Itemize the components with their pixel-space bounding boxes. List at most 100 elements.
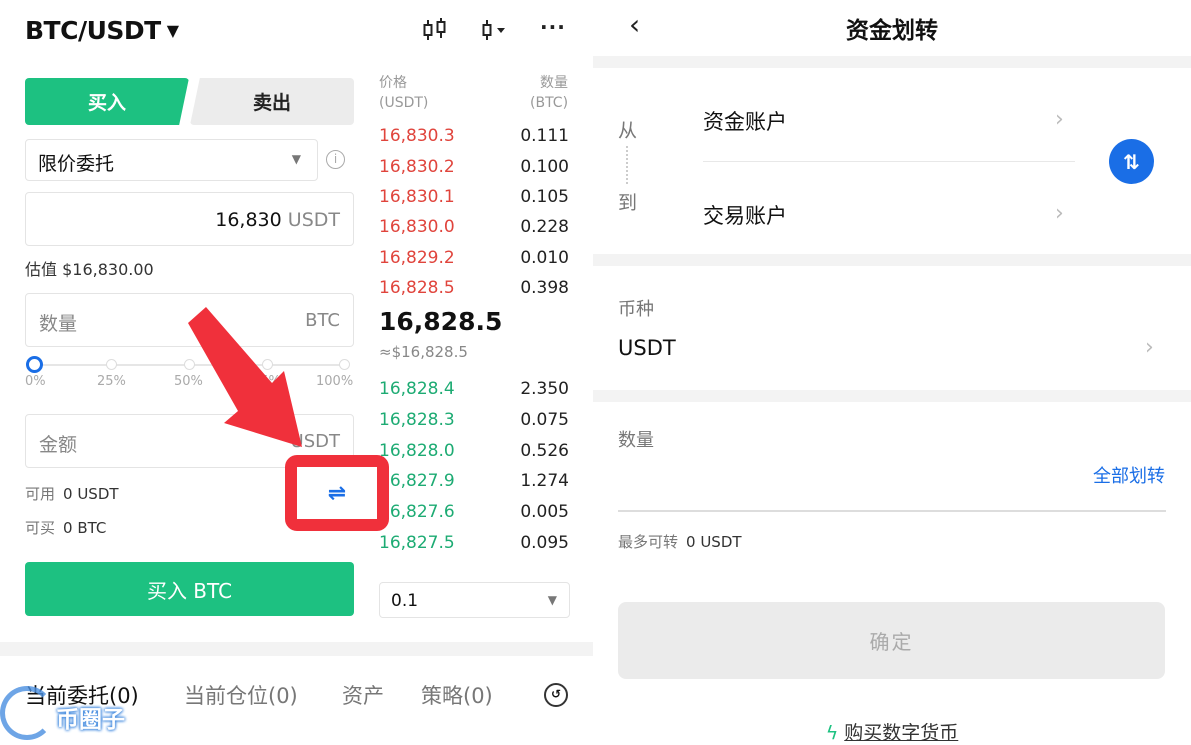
price-unit: USDT [287, 209, 340, 231]
tab-strategies[interactable]: 策略(0) [421, 680, 493, 710]
bid-qty: 1.274 [520, 471, 569, 491]
slider-handle[interactable] [26, 356, 43, 373]
estimated-value: 估值 $16,830.00 [25, 260, 154, 279]
ask-qty: 0.010 [520, 248, 569, 268]
bid-qty: 0.075 [520, 410, 569, 430]
transfer-button[interactable]: ⇌ [285, 455, 389, 531]
ask-row[interactable]: 16,830.1 0.105 [379, 187, 570, 217]
divider [703, 161, 1075, 162]
history-icon[interactable]: ↺ [544, 683, 568, 707]
bid-row[interactable]: 16,828.4 2.350 [379, 379, 570, 409]
bid-qty: 0.526 [520, 441, 569, 461]
slider-tick-100[interactable] [339, 359, 350, 370]
order-type-select[interactable]: 限价委托 ▼ [25, 139, 318, 181]
ask-price: 16,830.0 [379, 217, 455, 237]
candlestick-icon[interactable] [422, 18, 448, 47]
slider-label: 25% [97, 374, 126, 389]
dotted-connector [626, 146, 628, 184]
tab-assets[interactable]: 资产 [342, 680, 384, 710]
from-account: 资金账户 [703, 110, 787, 134]
quantity-label: 数量 [618, 430, 654, 451]
qty-header-unit: (BTC) [530, 95, 569, 111]
swap-accounts-button[interactable]: ⇅ [1109, 139, 1154, 184]
bid-qty: 2.350 [520, 379, 569, 399]
bid-qty: 0.005 [520, 502, 569, 522]
chevron-right-icon: › [1145, 335, 1154, 360]
can-buy-value: 0 BTC [63, 519, 107, 537]
to-label: 到 [618, 192, 638, 214]
bid-row[interactable]: 16,828.3 0.075 [379, 410, 570, 440]
watermark-logo-icon [0, 686, 54, 740]
ask-qty: 0.398 [520, 278, 569, 298]
tab-sell[interactable]: 卖出 [190, 78, 354, 125]
quantity-input[interactable] [618, 510, 1166, 512]
slider-label: 0% [25, 374, 46, 389]
ask-row[interactable]: 16,829.2 0.010 [379, 248, 570, 278]
bid-qty: 0.095 [520, 533, 569, 553]
bid-row[interactable]: 16,828.0 0.526 [379, 441, 570, 471]
watermark-text: 币圈子 [56, 707, 125, 733]
confirm-button[interactable]: 确定 [618, 602, 1165, 679]
ask-price: 16,828.5 [379, 278, 455, 298]
tab-buy[interactable]: 买入 [25, 78, 189, 125]
can-buy-label: 可买 [25, 519, 56, 537]
buy-crypto-link[interactable]: ϟ 购买数字货币 [593, 718, 1191, 745]
chart-settings-icon[interactable] [480, 18, 510, 47]
coin-label: 币种 [618, 299, 654, 320]
max-transfer-label: 最多可转 [618, 533, 679, 551]
bid-row[interactable]: 16,827.5 0.095 [379, 533, 570, 563]
to-account-select[interactable]: 交易账户 [703, 200, 787, 230]
buy-btc-button[interactable]: 买入 BTC [25, 562, 354, 616]
swap-vertical-icon: ⇅ [1123, 149, 1140, 174]
bid-price: 16,828.3 [379, 410, 455, 430]
ask-row[interactable]: 16,830.3 0.111 [379, 126, 570, 156]
order-type-label: 限价委托 [38, 153, 115, 175]
section-divider [0, 642, 593, 656]
bid-price: 16,827.9 [379, 471, 455, 491]
ask-row[interactable]: 16,830.2 0.100 [379, 157, 570, 187]
last-price-usd: ≈$16,828.5 [379, 343, 468, 361]
chevron-right-icon: › [1055, 201, 1064, 226]
bid-price: 16,828.0 [379, 441, 455, 461]
section-divider [593, 254, 1191, 266]
ask-price: 16,830.3 [379, 126, 455, 146]
bid-price: 16,827.6 [379, 502, 455, 522]
dropdown-arrow-icon: ▼ [547, 593, 557, 607]
pair-selector[interactable]: BTC/USDT ▼ [25, 16, 179, 45]
coin-select[interactable]: USDT [618, 336, 676, 360]
page-title: 资金划转 [846, 18, 938, 44]
chevron-right-icon: › [1055, 107, 1064, 132]
orderbook-qty-header: 数量 (BTC) [530, 73, 568, 113]
info-icon[interactable]: i [326, 150, 345, 169]
pair-label: BTC/USDT [25, 16, 161, 45]
max-transfer-value: 0 USDT [686, 533, 742, 551]
red-arrow-annotation [188, 307, 302, 447]
caret-down-icon: ▼ [166, 21, 179, 40]
orderbook-price-header: 价格 (USDT) [379, 73, 428, 113]
ask-row[interactable]: 16,828.5 0.398 [379, 278, 570, 308]
transfer-all-link[interactable]: 全部划转 [1093, 462, 1165, 488]
tab-positions[interactable]: 当前仓位(0) [184, 680, 298, 710]
ask-qty: 0.228 [520, 217, 569, 237]
slider-label: 100% [316, 374, 354, 389]
bid-price: 16,827.5 [379, 533, 455, 553]
price-input[interactable]: 16,830 USDT [25, 192, 354, 246]
price-header-label: 价格 [379, 75, 407, 91]
ask-row[interactable]: 16,830.0 0.228 [379, 217, 570, 247]
ask-price: 16,830.1 [379, 187, 455, 207]
to-account: 交易账户 [703, 204, 787, 228]
ask-price: 16,829.2 [379, 248, 455, 268]
lightning-icon: ϟ [825, 722, 839, 744]
depth-value: 0.1 [391, 591, 419, 611]
slider-tick-25[interactable] [106, 359, 117, 370]
more-icon[interactable]: ··· [540, 15, 566, 39]
buy-crypto-label: 购买数字货币 [844, 722, 959, 744]
from-account-select[interactable]: 资金账户 [703, 106, 787, 136]
depth-select[interactable]: 0.1 ▼ [379, 582, 570, 618]
ask-qty: 0.100 [520, 157, 569, 177]
bid-row[interactable]: 16,827.9 1.274 [379, 471, 570, 501]
fund-transfer-panel: ‹ 资金划转 从 到 资金账户 › 交易账户 › ⇅ 币种 USDT › 数量 … [593, 0, 1191, 745]
bid-row[interactable]: 16,827.6 0.005 [379, 502, 570, 532]
max-transferable: 最多可转 0 USDT [618, 531, 742, 552]
ask-qty: 0.111 [520, 126, 569, 146]
